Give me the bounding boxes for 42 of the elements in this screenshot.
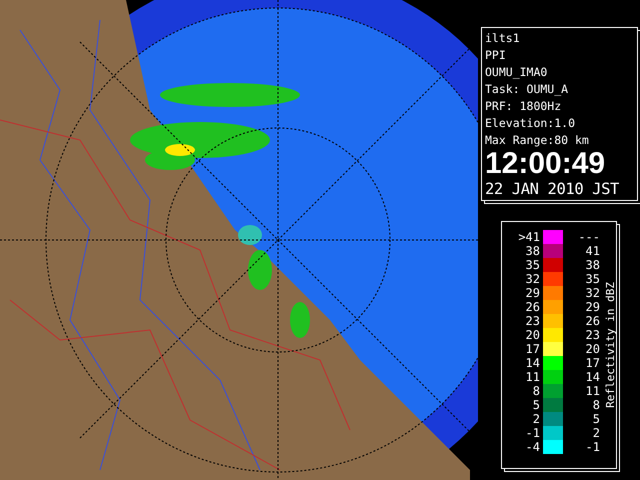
info-text: OUMU_IMA0 <box>485 64 548 81</box>
legend-value: 20 <box>584 342 600 356</box>
legend-value: 29 <box>584 300 600 314</box>
legend-value: 14 <box>584 370 600 384</box>
legend-value: 23 <box>584 328 600 342</box>
info-text: Max Range:80 km <box>485 132 590 149</box>
legend-value: 2 <box>592 426 600 440</box>
legend-value: 35 <box>524 258 540 272</box>
legend-value: 11 <box>584 384 600 398</box>
legend-value: 5 <box>592 412 600 426</box>
legend-value: 5 <box>532 398 540 412</box>
legend-value: 8 <box>532 384 540 398</box>
legend-value: 29 <box>524 286 540 300</box>
legend-value: 8 <box>592 398 600 412</box>
legend-value: 20 <box>524 328 540 342</box>
legend-value: 11 <box>524 370 540 384</box>
legend-value: 17 <box>524 342 540 356</box>
legend-value: 17 <box>584 356 600 370</box>
legend-value: 26 <box>524 300 540 314</box>
info-text: ilts1 <box>485 30 521 47</box>
info-text: PPI <box>485 47 507 64</box>
legend-value: 38 <box>584 258 600 272</box>
legend-value: 35 <box>584 272 600 286</box>
legend-value: 23 <box>524 314 540 328</box>
legend-value: 38 <box>524 244 540 258</box>
info-text: Elevation:1.0 <box>485 115 576 132</box>
time-text: 12:00:49 <box>485 149 606 179</box>
date-text: 22 JAN 2010 JST <box>485 179 620 199</box>
legend-value: 26 <box>584 314 600 328</box>
legend-value: -1 <box>524 426 540 440</box>
legend-value: --- <box>577 230 600 244</box>
legend-value: -4 <box>524 440 540 454</box>
info-text: Task: OUMU_A <box>485 81 570 98</box>
legend-value: 41 <box>584 244 600 258</box>
legend-value: 32 <box>524 272 540 286</box>
legend-value: -1 <box>584 440 600 454</box>
legend-value: 14 <box>524 356 540 370</box>
info-text: PRF: 1800Hz <box>485 98 562 115</box>
legend-value: >41 <box>517 230 540 244</box>
legend-value: 2 <box>532 412 540 426</box>
legend-title: Reflectivity in dBZ <box>604 282 617 408</box>
legend-value: 32 <box>584 286 600 300</box>
